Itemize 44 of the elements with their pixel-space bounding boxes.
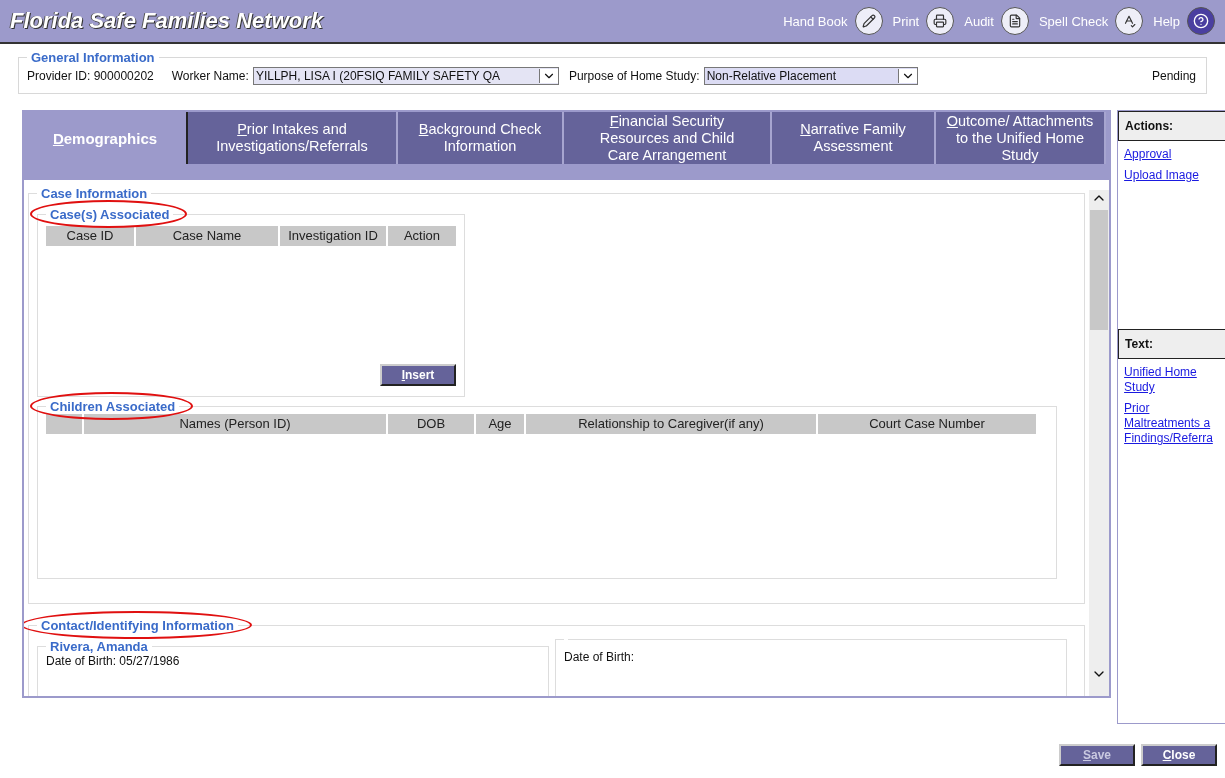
field-label: Worker Name: <box>171 69 249 83</box>
panel-header: Actions: <box>1118 111 1225 141</box>
section-title: Contact/Identifying Information <box>41 618 234 633</box>
section-title: Rivera, Amanda <box>50 639 148 654</box>
field-label: Purpose of Home Study: <box>568 69 700 83</box>
column-header: Investigation ID <box>280 226 386 246</box>
action-link[interactable]: Upload Image <box>1124 168 1225 183</box>
pencil-icon <box>854 7 883 35</box>
scroll-thumb[interactable] <box>1090 210 1109 330</box>
tab[interactable]: Outcome/ Attachments to the Unified Home Study <box>936 112 1106 164</box>
app-title: Florida Safe Families Network <box>10 8 323 34</box>
help-icon <box>1187 7 1215 35</box>
tab[interactable]: Financial Security Resources and Child Care Arrangement <box>564 112 772 164</box>
status-text: Pending <box>1151 69 1196 83</box>
tab[interactable]: Background Check Information <box>398 112 564 164</box>
spell-check-icon <box>1115 7 1144 35</box>
printer-icon <box>926 7 955 35</box>
tab[interactable]: Narrative Family Assessment <box>772 112 936 164</box>
text-link[interactable]: Unified Home Study <box>1124 365 1225 395</box>
purpose-dropdown[interactable]: Non-Relative Placement <box>703 67 918 85</box>
tab[interactable]: Prior Intakes and Investigations/Referrals <box>188 112 398 164</box>
panel-header: Text: <box>1118 329 1225 359</box>
insert-button[interactable]: Insert <box>380 364 456 386</box>
column-header: Case Name <box>136 226 278 246</box>
column-header: Relationship to Caregiver(if any) <box>526 414 816 434</box>
worker-name-dropdown[interactable]: YILLPH, LISA I (20FSIQ FAMILY SAFETY QA <box>252 67 559 85</box>
text-link[interactable]: Prior Maltreatments a Findings/Referra <box>1124 401 1225 446</box>
column-header: Names (Person ID) <box>84 414 386 434</box>
action-link[interactable]: Approval <box>1124 147 1225 162</box>
document-icon <box>1000 7 1029 35</box>
column-header: Age <box>476 414 524 434</box>
date-of-birth: Date of Birth: <box>564 650 636 664</box>
form-button[interactable]: Close <box>1141 744 1217 766</box>
column-header: Court Case Number <box>818 414 1036 434</box>
section-title: General Information <box>31 50 155 65</box>
provider-id: Provider ID: 900000202 <box>27 69 154 83</box>
section-title: Case Information <box>41 186 148 201</box>
column-header: Case ID <box>46 226 134 246</box>
column-header: Action <box>388 226 456 246</box>
column-header: DOB <box>388 414 474 434</box>
scrollbar[interactable] <box>1089 190 1110 696</box>
date-of-birth: Date of Birth: 05/27/1986 <box>46 654 181 668</box>
section-title: Case(s) Associated <box>50 207 170 222</box>
section-title: Children Associated <box>50 399 176 414</box>
